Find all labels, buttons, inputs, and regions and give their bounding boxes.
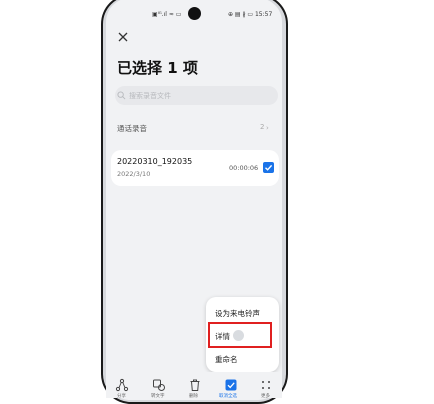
recording-name: 20220310_192035 (117, 157, 193, 166)
search-icon (117, 91, 126, 100)
status-bar-left: ▣ᴵᴳ.ıl ≈ ▭ (152, 11, 182, 18)
recording-duration: 00:00:06 (229, 164, 259, 172)
chevron-right-icon: › (266, 124, 269, 132)
more-label: 更多 (261, 394, 270, 399)
convert-icon[interactable] (152, 378, 166, 392)
front-camera (188, 7, 201, 20)
search-placeholder: 搜索录音文件 (129, 92, 171, 100)
status-bar-right: ⊕ ▤ ∦ ▭ 15:57 (228, 11, 273, 18)
trash-icon[interactable] (188, 378, 202, 392)
checkbox-checked[interactable] (263, 162, 274, 173)
convert-label: 转文字 (151, 394, 165, 399)
page-title: 已选择 1 项 (117, 59, 198, 77)
highlight-annotation (208, 322, 272, 348)
section-title[interactable]: 通话录音 (117, 123, 147, 134)
menu-item-set-ringtone[interactable]: 设为来电铃声 (215, 308, 260, 319)
recording-date: 2022/3/10 (117, 170, 151, 178)
trash-label: 删除 (189, 394, 198, 399)
menu-item-rename[interactable]: 重命名 (215, 354, 238, 365)
section-count: 2 (260, 123, 265, 131)
select-all-label: 取消全选 (219, 394, 237, 399)
select-all-icon[interactable] (224, 378, 238, 392)
share-label: 分享 (117, 394, 126, 399)
share-icon[interactable] (115, 378, 129, 392)
close-icon[interactable] (117, 31, 129, 43)
more-icon[interactable] (259, 378, 273, 392)
